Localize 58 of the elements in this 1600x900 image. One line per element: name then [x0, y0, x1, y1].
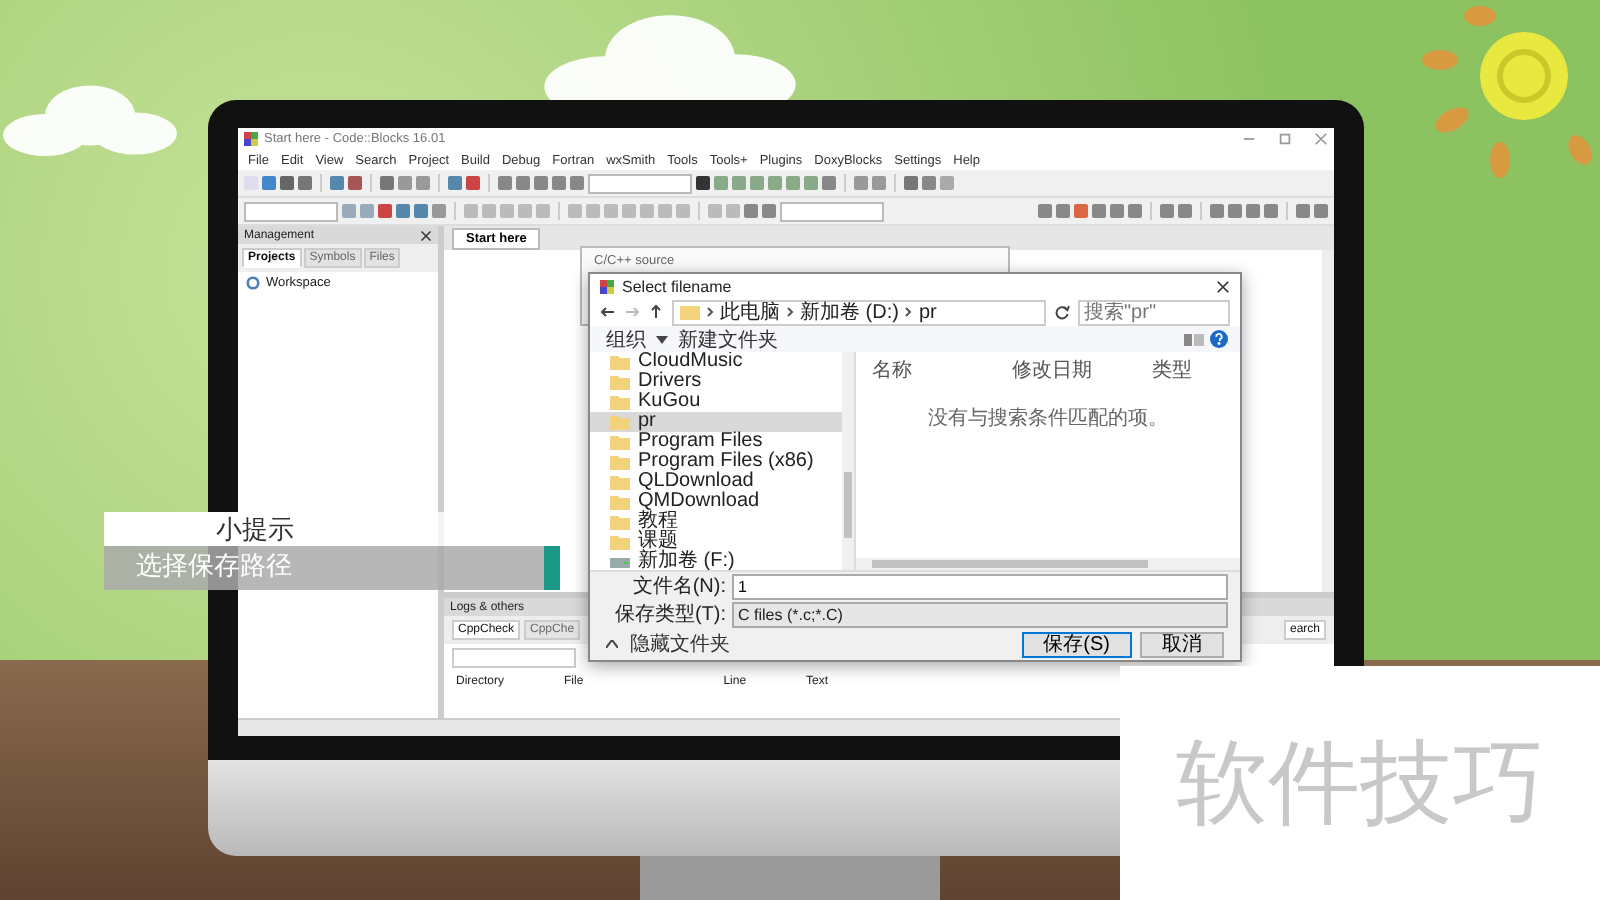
- search-field[interactable]: 搜索"pr": [1078, 299, 1230, 325]
- field-label: 保存类型(T):: [612, 601, 726, 628]
- dialog-title: Select filename: [622, 277, 732, 295]
- new-folder-button[interactable]: 新建文件夹: [674, 325, 782, 353]
- column-header[interactable]: 修改日期: [1012, 356, 1152, 384]
- folder-list-item[interactable]: QMDownload: [590, 492, 842, 512]
- folder-list-item[interactable]: QLDownload: [590, 472, 842, 492]
- chevron-icon: [902, 306, 915, 318]
- caret-icon[interactable]: [606, 640, 618, 648]
- field-label: 文件名(N):: [630, 573, 726, 600]
- help-icon[interactable]: [1210, 330, 1228, 348]
- forward-arrow-icon[interactable]: [624, 304, 640, 320]
- back-arrow-icon[interactable]: [600, 304, 616, 320]
- filename-field[interactable]: 1: [732, 573, 1228, 599]
- filter-field[interactable]: [452, 648, 576, 668]
- workspace-icon: [246, 276, 260, 290]
- close-icon[interactable]: [420, 229, 432, 241]
- file-type-dropdown[interactable]: C files (*.c;*.C): [732, 601, 1228, 627]
- column-header[interactable]: 类型: [1152, 356, 1192, 384]
- minimize-icon[interactable]: [1242, 132, 1256, 146]
- drive-icon: [610, 554, 630, 570]
- folder-list-item[interactable]: Program Files (x86): [590, 452, 842, 472]
- refresh-icon[interactable]: [1054, 304, 1070, 320]
- breadcrumb[interactable]: 新加卷 (D:): [800, 298, 899, 326]
- folder-list-item[interactable]: CloudMusic: [590, 352, 842, 372]
- close-icon[interactable]: [1216, 279, 1230, 293]
- app-icon: [244, 132, 258, 146]
- maximize-icon[interactable]: [1278, 132, 1292, 146]
- caption-subtitle: 选择保存路径: [104, 546, 560, 590]
- folder-list-item[interactable]: pr: [590, 412, 842, 432]
- scrollbar[interactable]: [856, 558, 1240, 570]
- address-bar[interactable]: 此电脑 新加卷 (D:) pr: [672, 299, 1046, 325]
- chevron-icon: [704, 306, 716, 318]
- toolbar-dropdown[interactable]: [780, 201, 884, 221]
- dialog-button[interactable]: 保存(S): [1021, 631, 1132, 657]
- column-header[interactable]: 名称: [872, 356, 1012, 384]
- folder-list-item[interactable]: 新加卷 (F:): [590, 552, 842, 570]
- folder-list-item[interactable]: 课题: [590, 532, 842, 552]
- folder-list-item[interactable]: Program Files: [590, 432, 842, 452]
- view-options-icon[interactable]: [1184, 331, 1204, 347]
- caret-icon[interactable]: [656, 335, 668, 343]
- app-icon: [600, 279, 614, 293]
- breadcrumb[interactable]: 此电脑: [720, 298, 780, 326]
- empty-message: 没有与搜索条件匹配的项。: [926, 405, 1170, 434]
- scrollbar[interactable]: [1322, 250, 1334, 592]
- chevron-icon: [784, 306, 796, 318]
- dialog-button[interactable]: 取消: [1140, 631, 1224, 657]
- folder-icon: [680, 304, 700, 320]
- toolbar-dropdown[interactable]: [244, 201, 338, 221]
- folder-list-item[interactable]: KuGou: [590, 392, 842, 412]
- folder-list-item[interactable]: 教程: [590, 512, 842, 532]
- up-arrow-icon[interactable]: [648, 304, 664, 320]
- organize-button[interactable]: 组织: [602, 325, 650, 353]
- toolbar-dropdown[interactable]: [588, 173, 692, 193]
- scrollbar[interactable]: [842, 352, 854, 570]
- folder-list-item[interactable]: Drivers: [590, 372, 842, 392]
- breadcrumb[interactable]: pr: [918, 301, 937, 323]
- hide-folders-button[interactable]: 隐藏文件夹: [626, 630, 734, 658]
